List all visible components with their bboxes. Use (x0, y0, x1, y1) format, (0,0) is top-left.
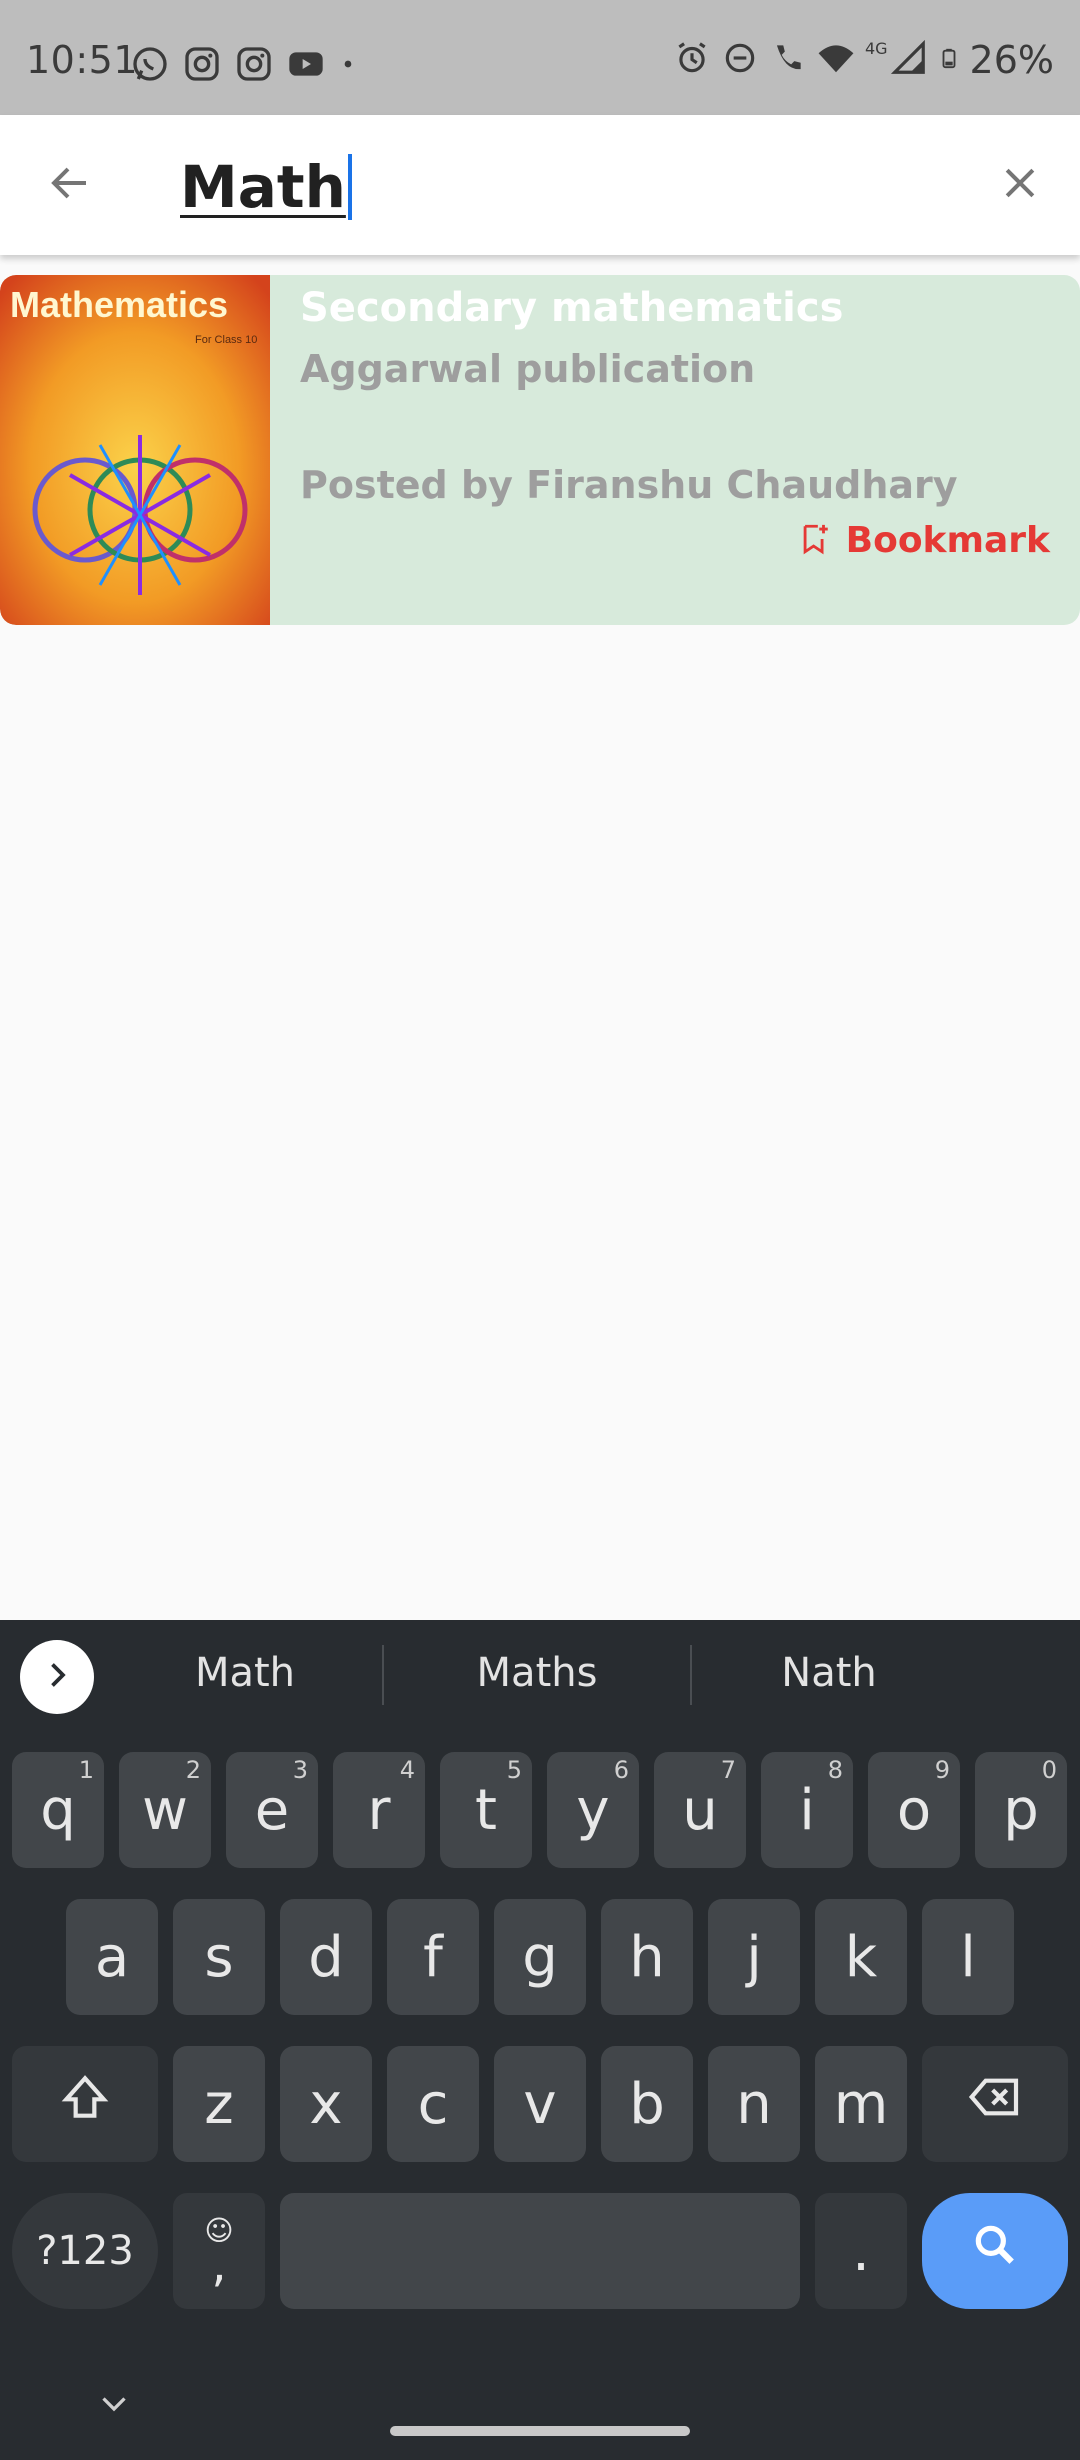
key-u[interactable]: u7 (654, 1752, 746, 1868)
book-cover-image: Mathematics For Class 10 (0, 275, 270, 625)
status-bar: 10:51 4G 26% (0, 0, 1080, 115)
text-caret (347, 154, 352, 220)
backspace-key[interactable] (922, 2046, 1068, 2162)
search-action-key[interactable] (922, 2193, 1068, 2309)
key-m[interactable]: m (815, 2046, 907, 2162)
emoji-comma-key[interactable]: ☺ , (173, 2193, 265, 2309)
wifi-calling-icon (769, 39, 807, 81)
home-indicator[interactable] (390, 2426, 690, 2436)
key-c[interactable]: c (387, 2046, 479, 2162)
more-notifications-dot-icon (338, 54, 358, 78)
book-publisher: Aggarwal publication (300, 347, 756, 391)
book-result-card[interactable]: Mathematics For Class 10 Secondary mathe… (0, 275, 1080, 625)
key-g[interactable]: g (494, 1899, 586, 2015)
key-v[interactable]: v (494, 2046, 586, 2162)
key-w[interactable]: w2 (119, 1752, 211, 1868)
notification-icons (130, 44, 358, 88)
suggestion-strip: Math Maths Nath (0, 1620, 1080, 1730)
key-a[interactable]: a (66, 1899, 158, 2015)
symbols-key[interactable]: ?123 (12, 2193, 158, 2309)
key-i[interactable]: i8 (761, 1752, 853, 1868)
whatsapp-icon (130, 44, 170, 88)
period-key[interactable]: . (815, 2193, 907, 2309)
back-button[interactable] (40, 155, 100, 215)
key-l[interactable]: l (922, 1899, 1014, 2015)
suggestion-divider (382, 1645, 384, 1705)
key-x[interactable]: x (280, 2046, 372, 2162)
key-r[interactable]: r4 (333, 1752, 425, 1868)
key-z[interactable]: z (173, 2046, 265, 2162)
search-input[interactable]: Math (180, 145, 940, 229)
key-o[interactable]: o9 (868, 1752, 960, 1868)
keyboard-toolbar-expand-button[interactable] (20, 1640, 94, 1714)
backspace-icon (967, 2069, 1023, 2139)
close-icon (998, 161, 1042, 209)
chevron-right-icon (39, 1657, 75, 1697)
key-n[interactable]: n (708, 2046, 800, 2162)
clear-search-button[interactable] (990, 155, 1050, 215)
key-q[interactable]: q1 (12, 1752, 104, 1868)
comma-label: , (211, 2237, 227, 2293)
key-t[interactable]: t5 (440, 1752, 532, 1868)
hide-keyboard-chevron-down-icon[interactable] (96, 2385, 132, 2421)
soft-keyboard: Math Maths Nath q1 w2 e3 r4 t5 y6 u7 i8 … (0, 1620, 1080, 2460)
arrow-back-icon (46, 159, 94, 211)
network-type: 4G (864, 38, 888, 58)
wifi-icon (817, 39, 855, 81)
spacebar-key[interactable] (280, 2193, 800, 2309)
key-e[interactable]: e3 (226, 1752, 318, 1868)
cell-signal-icon (890, 39, 928, 81)
alarm-icon (673, 39, 711, 81)
do-not-disturb-icon (721, 39, 759, 81)
status-time: 10:51 (26, 38, 139, 82)
bookmark-label: Bookmark (845, 520, 1050, 561)
shift-key[interactable] (12, 2046, 158, 2162)
system-status-icons: 4G 26% (673, 38, 1054, 82)
key-y[interactable]: y6 (547, 1752, 639, 1868)
battery-icon (938, 39, 960, 81)
shift-icon (57, 2069, 113, 2139)
key-p[interactable]: p0 (975, 1752, 1067, 1868)
suggestion-3[interactable]: Nath (699, 1650, 959, 1696)
book-posted-by: Posted by Firanshu Chaudhary (300, 463, 958, 507)
search-icon (970, 2219, 1020, 2284)
cover-subtitle: For Class 10 (195, 334, 257, 346)
key-s[interactable]: s (173, 1899, 265, 2015)
bookmark-add-icon (798, 522, 832, 560)
search-app-bar: Math (0, 115, 1080, 255)
suggestion-2[interactable]: Maths (407, 1650, 667, 1696)
key-h[interactable]: h (601, 1899, 693, 2015)
battery-percentage: 26% (969, 38, 1054, 82)
bookmark-button[interactable]: Bookmark (798, 520, 1050, 561)
key-f[interactable]: f (387, 1899, 479, 2015)
instagram-icon (182, 44, 222, 88)
search-query-text: Math (180, 153, 346, 221)
book-title: Secondary mathematics (300, 285, 844, 331)
youtube-icon (286, 44, 326, 88)
key-k[interactable]: k (815, 1899, 907, 2015)
instagram-icon (234, 44, 274, 88)
key-b[interactable]: b (601, 2046, 693, 2162)
key-d[interactable]: d (280, 1899, 372, 2015)
suggestion-1[interactable]: Math (115, 1650, 375, 1696)
suggestion-divider (690, 1645, 692, 1705)
cover-title: Mathematics (10, 284, 228, 325)
key-j[interactable]: j (708, 1899, 800, 2015)
